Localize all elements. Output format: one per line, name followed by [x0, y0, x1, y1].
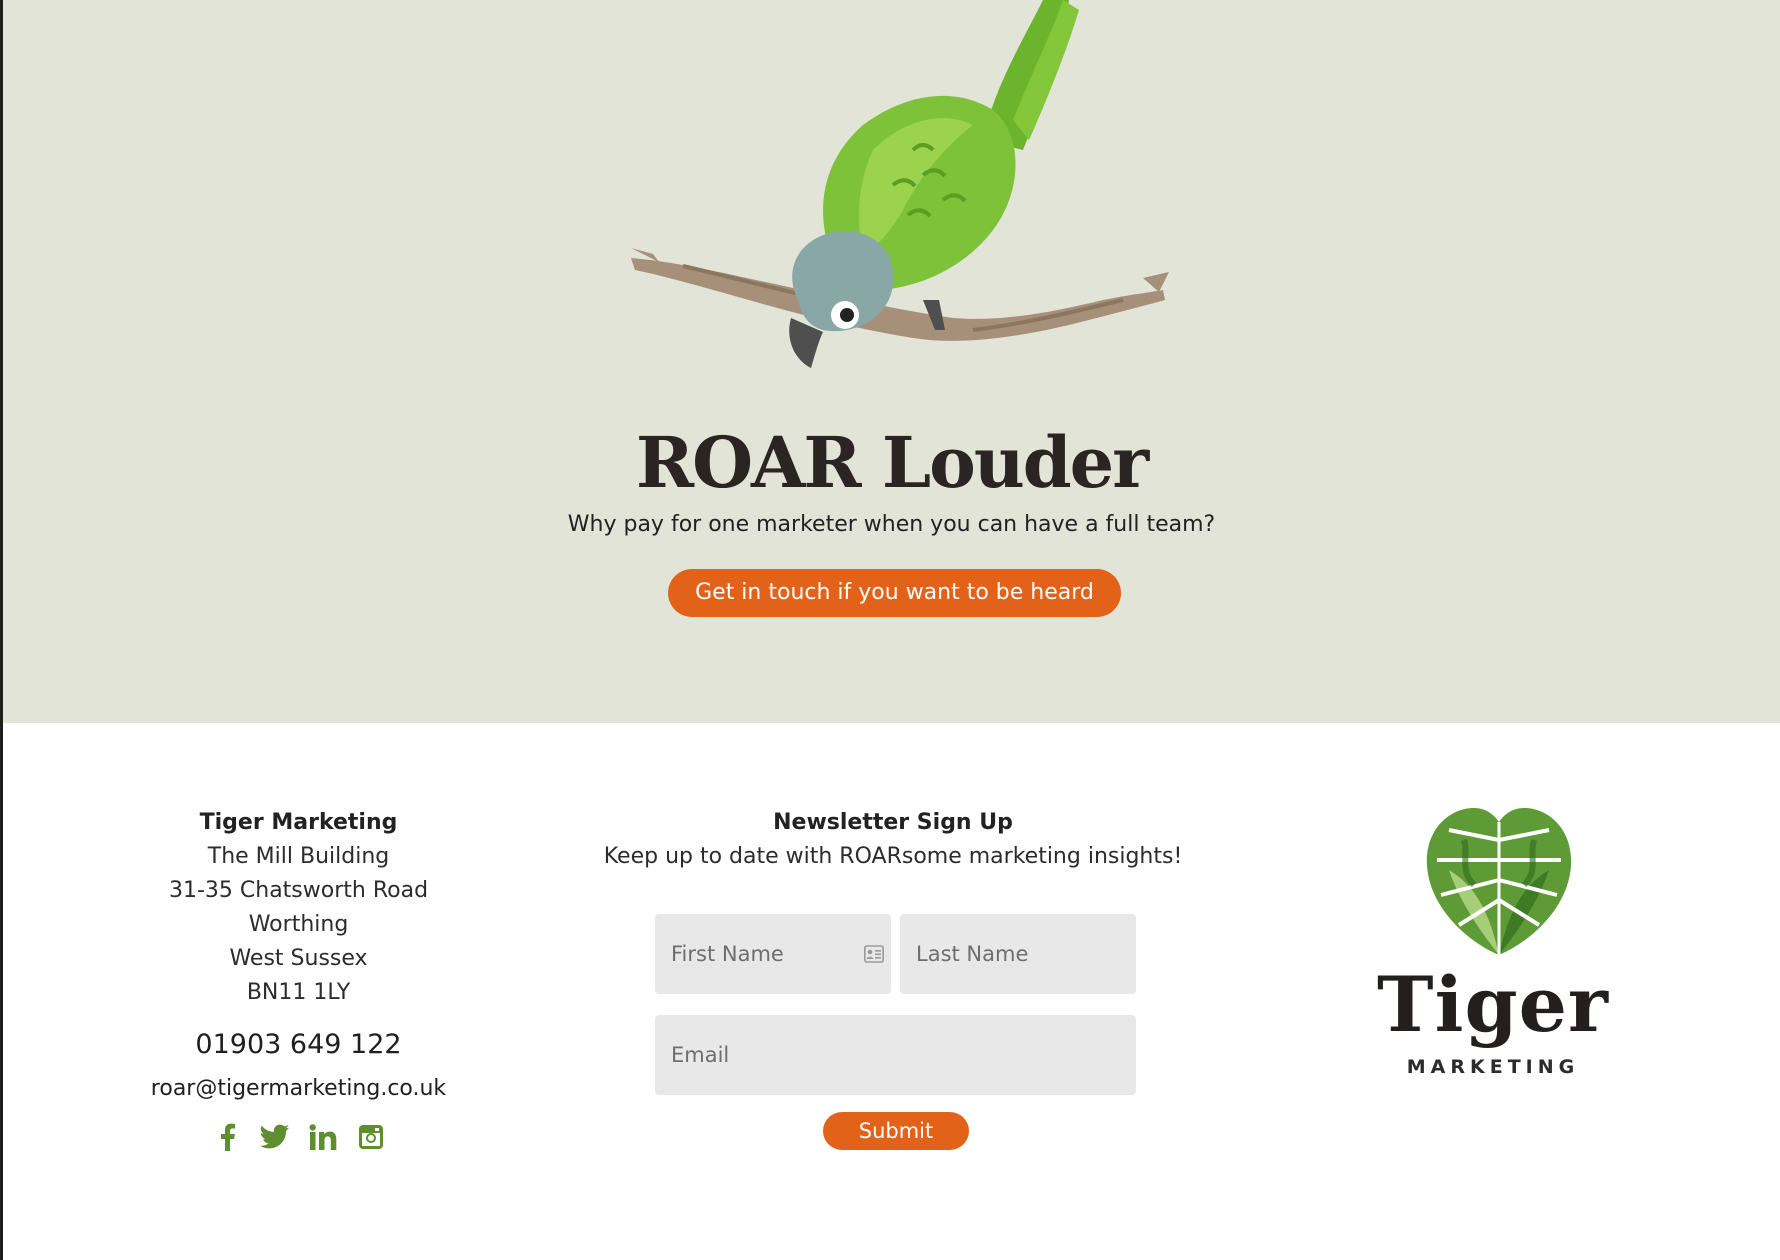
address-line: West Sussex — [229, 946, 368, 971]
submit-button[interactable]: Submit — [823, 1112, 969, 1150]
company-name: Tiger Marketing — [199, 810, 398, 835]
newsletter-title: Newsletter Sign Up — [773, 810, 1013, 835]
address-line: Worthing — [248, 912, 349, 937]
instagram-icon[interactable] — [356, 1122, 386, 1152]
address-line: BN11 1LY — [246, 980, 351, 1005]
first-name-input[interactable] — [655, 914, 891, 994]
hero-subtitle: Why pay for one marketer when you can ha… — [567, 512, 1216, 537]
footer: Tiger Marketing The Mill Building 31-35 … — [3, 723, 1780, 1260]
phone-number[interactable]: 01903 649 122 — [118, 1028, 479, 1062]
logo-wordmark: Tiger — [1377, 960, 1609, 1049]
newsletter-subtitle: Keep up to date with ROARsome marketing … — [603, 844, 1183, 869]
parrot-illustration — [631, 0, 1169, 368]
address-line: The Mill Building — [207, 844, 390, 869]
address-line: 31-35 Chatsworth Road — [168, 878, 429, 903]
email-link[interactable]: roar@tigermarketing.co.uk — [118, 1072, 479, 1106]
last-name-input[interactable] — [900, 914, 1136, 994]
hero-section: ROAR Louder Why pay for one marketer whe… — [3, 0, 1780, 723]
email-input[interactable] — [655, 1015, 1136, 1095]
linkedin-icon[interactable] — [308, 1122, 338, 1152]
contact-block: Tiger Marketing The Mill Building 31-35 … — [118, 806, 479, 1152]
contact-card-icon — [864, 945, 884, 963]
newsletter-form: Newsletter Sign Up Keep up to date with … — [603, 806, 1183, 1150]
monstera-leaf-icon — [1426, 808, 1572, 955]
facebook-icon[interactable] — [212, 1122, 242, 1152]
contact-cta-button[interactable]: Get in touch if you want to be heard — [668, 569, 1121, 617]
hero-title: ROAR Louder — [635, 421, 1149, 504]
logo-subtitle: MARKETING — [1406, 1056, 1580, 1078]
social-links — [118, 1122, 479, 1152]
twitter-icon[interactable] — [259, 1122, 290, 1152]
